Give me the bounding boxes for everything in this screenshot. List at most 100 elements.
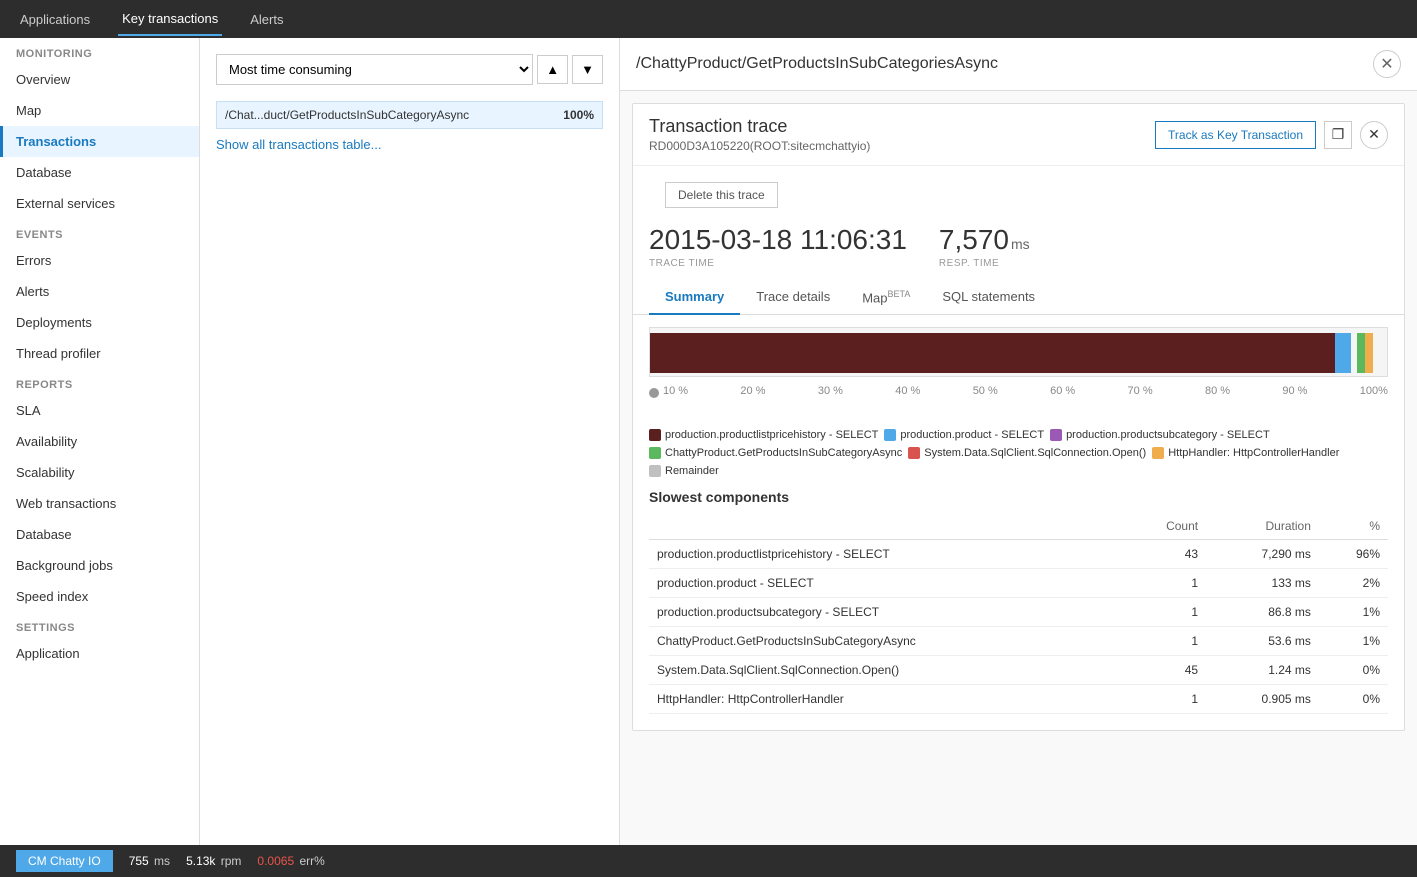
legend: production.productlistpricehistory - SEL… bbox=[633, 429, 1404, 489]
panel-close-button[interactable]: ✕ bbox=[1373, 50, 1401, 78]
row-count: 1 bbox=[1123, 598, 1206, 627]
sidebar-item-database-reports[interactable]: Database bbox=[0, 519, 199, 550]
panel-title: /ChattyProduct/GetProductsInSubCategorie… bbox=[636, 55, 998, 73]
sidebar-item-deployments[interactable]: Deployments bbox=[0, 307, 199, 338]
sidebar-item-availability[interactable]: Availability bbox=[0, 426, 199, 457]
legend-item-6: Remainder bbox=[649, 465, 719, 477]
trace-time: 2015-03-18 11:06:31 bbox=[649, 224, 907, 256]
trace-close-button[interactable]: ✕ bbox=[1360, 121, 1388, 149]
filter-bar: Most time consuming ▲ ▼ bbox=[216, 54, 603, 85]
tabs: Summary Trace details MapBETA SQL statem… bbox=[633, 281, 1404, 315]
row-count: 1 bbox=[1123, 627, 1206, 656]
sidebar-item-overview[interactable]: Overview bbox=[0, 64, 199, 95]
track-as-key-transaction-button[interactable]: Track as Key Transaction bbox=[1155, 121, 1316, 149]
row-count: 1 bbox=[1123, 685, 1206, 714]
tab-summary[interactable]: Summary bbox=[649, 281, 740, 315]
top-navigation: Applications Key transactions Alerts bbox=[0, 0, 1417, 38]
time-info: 2015-03-18 11:06:31 TRACE TIME 7,570 ms … bbox=[633, 216, 1404, 281]
filter-sort-asc[interactable]: ▲ bbox=[537, 55, 568, 84]
chart-bar-blue bbox=[1335, 333, 1351, 373]
transaction-pct: 100% bbox=[563, 108, 594, 122]
components-table: Count Duration % production.productlistp… bbox=[649, 513, 1388, 714]
chart-wrapper: 10 %20 %30 %40 %50 %60 %70 %80 %90 %100% bbox=[649, 327, 1388, 417]
sidebar-item-scalability[interactable]: Scalability bbox=[0, 457, 199, 488]
bottom-stat-ms: 755 ms bbox=[129, 854, 170, 868]
row-name: production.productsubcategory - SELECT bbox=[649, 598, 1123, 627]
row-name: ChattyProduct.GetProductsInSubCategoryAs… bbox=[649, 627, 1123, 656]
sidebar-section-events: EVENTS bbox=[0, 219, 199, 245]
legend-color-0 bbox=[649, 429, 661, 441]
sidebar-section-reports: REPORTS bbox=[0, 369, 199, 395]
nav-applications[interactable]: Applications bbox=[16, 4, 94, 35]
filter-sort-desc[interactable]: ▼ bbox=[572, 55, 603, 84]
sidebar-section-monitoring: MONITORING bbox=[0, 38, 199, 64]
legend-item-1: production.product - SELECT bbox=[884, 429, 1044, 441]
sidebar-section-settings: SETTINGS bbox=[0, 612, 199, 638]
nav-key-transactions[interactable]: Key transactions bbox=[118, 3, 222, 36]
chart-dot bbox=[649, 388, 659, 398]
sidebar-item-background-jobs[interactable]: Background jobs bbox=[0, 550, 199, 581]
resp-time-unit: ms bbox=[1011, 236, 1030, 252]
legend-label-3: ChattyProduct.GetProductsInSubCategoryAs… bbox=[665, 447, 902, 459]
resp-time-label: RESP. TIME bbox=[939, 258, 1030, 269]
row-duration: 7,290 ms bbox=[1206, 540, 1319, 569]
transaction-bar-item[interactable]: /Chat...duct/GetProductsInSubCategoryAsy… bbox=[216, 101, 603, 129]
filter-select[interactable]: Most time consuming bbox=[216, 54, 533, 85]
tab-map[interactable]: MapBETA bbox=[846, 281, 926, 315]
sidebar-item-errors[interactable]: Errors bbox=[0, 245, 199, 276]
sidebar-item-database[interactable]: Database bbox=[0, 157, 199, 188]
legend-color-6 bbox=[649, 465, 661, 477]
legend-color-1 bbox=[884, 429, 896, 441]
sidebar-item-sla[interactable]: SLA bbox=[0, 395, 199, 426]
show-all-link[interactable]: Show all transactions table... bbox=[216, 137, 381, 152]
legend-color-4 bbox=[908, 447, 920, 459]
chart-bar-green bbox=[1357, 333, 1365, 373]
col-header-name bbox=[649, 513, 1123, 540]
middle-panel: Most time consuming ▲ ▼ /Chat...duct/Get… bbox=[200, 38, 620, 877]
delete-trace-button[interactable]: Delete this trace bbox=[665, 182, 778, 208]
sidebar-item-external-services[interactable]: External services bbox=[0, 188, 199, 219]
legend-item-4: System.Data.SqlClient.SqlConnection.Open… bbox=[908, 447, 1146, 459]
nav-alerts[interactable]: Alerts bbox=[246, 4, 287, 35]
row-count: 45 bbox=[1123, 656, 1206, 685]
legend-color-2 bbox=[1050, 429, 1062, 441]
table-row[interactable]: HttpHandler: HttpControllerHandler 1 0.9… bbox=[649, 685, 1388, 714]
sidebar-item-speed-index[interactable]: Speed index bbox=[0, 581, 199, 612]
expand-button[interactable]: ❐ bbox=[1324, 121, 1352, 149]
trace-subtitle: RD000D3A105220(ROOT:sitecmchattyio) bbox=[649, 139, 870, 153]
legend-item-2: production.productsubcategory - SELECT bbox=[1050, 429, 1270, 441]
legend-color-5 bbox=[1152, 447, 1164, 459]
tab-trace-details[interactable]: Trace details bbox=[740, 281, 846, 315]
table-row[interactable]: production.product - SELECT 1 133 ms 2% bbox=[649, 569, 1388, 598]
row-pct: 0% bbox=[1319, 685, 1388, 714]
legend-label-5: HttpHandler: HttpControllerHandler bbox=[1168, 447, 1339, 459]
sidebar-item-map[interactable]: Map bbox=[0, 95, 199, 126]
sidebar-item-alerts[interactable]: Alerts bbox=[0, 276, 199, 307]
legend-label-4: System.Data.SqlClient.SqlConnection.Open… bbox=[924, 447, 1146, 459]
table-row[interactable]: production.productsubcategory - SELECT 1… bbox=[649, 598, 1388, 627]
trace-title: Transaction trace bbox=[649, 116, 870, 137]
sidebar-item-application[interactable]: Application bbox=[0, 638, 199, 669]
row-duration: 1.24 ms bbox=[1206, 656, 1319, 685]
trace-time-label: TRACE TIME bbox=[649, 258, 907, 269]
row-count: 1 bbox=[1123, 569, 1206, 598]
bottom-stat-rpm: 5.13k rpm bbox=[186, 854, 241, 868]
sidebar-item-web-transactions[interactable]: Web transactions bbox=[0, 488, 199, 519]
resp-time-value: 7,570 bbox=[939, 224, 1009, 256]
table-row[interactable]: ChattyProduct.GetProductsInSubCategoryAs… bbox=[649, 627, 1388, 656]
bottom-app-name[interactable]: CM Chatty IO bbox=[16, 850, 113, 872]
chart-area: 10 %20 %30 %40 %50 %60 %70 %80 %90 %100% bbox=[633, 315, 1404, 429]
sidebar-item-transactions[interactable]: Transactions bbox=[0, 126, 199, 157]
table-row[interactable]: production.productlistpricehistory - SEL… bbox=[649, 540, 1388, 569]
sidebar-item-thread-profiler[interactable]: Thread profiler bbox=[0, 338, 199, 369]
table-row[interactable]: System.Data.SqlClient.SqlConnection.Open… bbox=[649, 656, 1388, 685]
col-header-count: Count bbox=[1123, 513, 1206, 540]
row-duration: 0.905 ms bbox=[1206, 685, 1319, 714]
row-name: HttpHandler: HttpControllerHandler bbox=[649, 685, 1123, 714]
row-name: production.product - SELECT bbox=[649, 569, 1123, 598]
row-duration: 133 ms bbox=[1206, 569, 1319, 598]
legend-label-6: Remainder bbox=[665, 465, 719, 477]
tab-sql-statements[interactable]: SQL statements bbox=[926, 281, 1051, 315]
col-header-duration: Duration bbox=[1206, 513, 1319, 540]
panel-header: /ChattyProduct/GetProductsInSubCategorie… bbox=[620, 38, 1417, 91]
